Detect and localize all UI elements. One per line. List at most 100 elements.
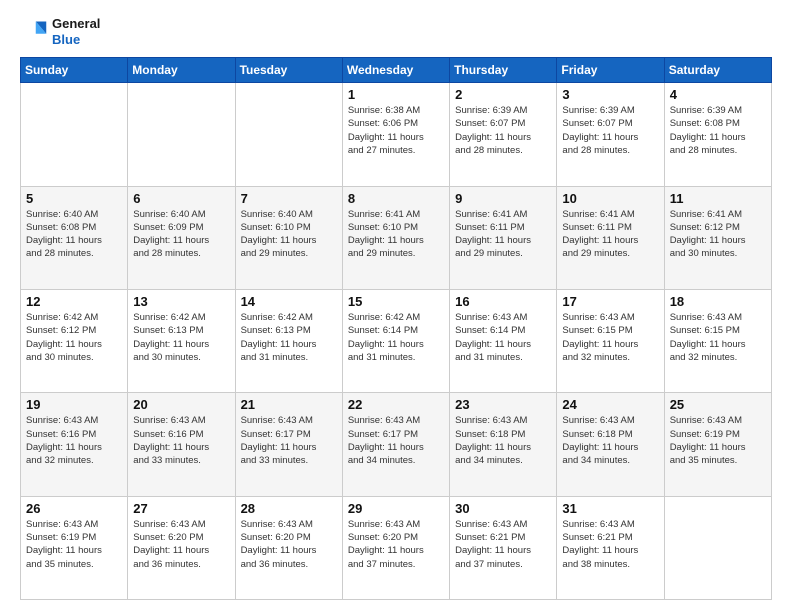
day-number: 4 xyxy=(670,87,766,102)
week-row-5: 26 Sunrise: 6:43 AM Sunset: 6:19 PM Dayli… xyxy=(21,496,772,599)
day-number: 28 xyxy=(241,501,337,516)
day-header-tuesday: Tuesday xyxy=(235,58,342,83)
day-number: 21 xyxy=(241,397,337,412)
day-info: Sunrise: 6:40 AM Sunset: 6:09 PM Dayligh… xyxy=(133,208,229,261)
day-number: 25 xyxy=(670,397,766,412)
day-info: Sunrise: 6:39 AM Sunset: 6:08 PM Dayligh… xyxy=(670,104,766,157)
day-info: Sunrise: 6:43 AM Sunset: 6:17 PM Dayligh… xyxy=(241,414,337,467)
day-number: 17 xyxy=(562,294,658,309)
day-info: Sunrise: 6:43 AM Sunset: 6:20 PM Dayligh… xyxy=(241,518,337,571)
day-info: Sunrise: 6:43 AM Sunset: 6:21 PM Dayligh… xyxy=(562,518,658,571)
week-row-1: 1 Sunrise: 6:38 AM Sunset: 6:06 PM Daylig… xyxy=(21,83,772,186)
day-info: Sunrise: 6:43 AM Sunset: 6:16 PM Dayligh… xyxy=(133,414,229,467)
calendar-cell: 20 Sunrise: 6:43 AM Sunset: 6:16 PM Dayli… xyxy=(128,393,235,496)
day-number: 1 xyxy=(348,87,444,102)
day-number: 19 xyxy=(26,397,122,412)
day-number: 27 xyxy=(133,501,229,516)
calendar-cell: 26 Sunrise: 6:43 AM Sunset: 6:19 PM Dayli… xyxy=(21,496,128,599)
calendar-cell: 19 Sunrise: 6:43 AM Sunset: 6:16 PM Dayli… xyxy=(21,393,128,496)
week-row-4: 19 Sunrise: 6:43 AM Sunset: 6:16 PM Dayli… xyxy=(21,393,772,496)
calendar-cell: 16 Sunrise: 6:43 AM Sunset: 6:14 PM Dayli… xyxy=(450,289,557,392)
day-info: Sunrise: 6:43 AM Sunset: 6:19 PM Dayligh… xyxy=(26,518,122,571)
day-info: Sunrise: 6:40 AM Sunset: 6:10 PM Dayligh… xyxy=(241,208,337,261)
logo: GeneralBlue xyxy=(20,16,100,47)
day-info: Sunrise: 6:40 AM Sunset: 6:08 PM Dayligh… xyxy=(26,208,122,261)
day-info: Sunrise: 6:42 AM Sunset: 6:14 PM Dayligh… xyxy=(348,311,444,364)
calendar-table: SundayMondayTuesdayWednesdayThursdayFrid… xyxy=(20,57,772,600)
day-header-sunday: Sunday xyxy=(21,58,128,83)
calendar-cell xyxy=(21,83,128,186)
calendar-cell: 7 Sunrise: 6:40 AM Sunset: 6:10 PM Daylig… xyxy=(235,186,342,289)
calendar-cell: 29 Sunrise: 6:43 AM Sunset: 6:20 PM Dayli… xyxy=(342,496,449,599)
day-info: Sunrise: 6:43 AM Sunset: 6:15 PM Dayligh… xyxy=(670,311,766,364)
day-info: Sunrise: 6:43 AM Sunset: 6:20 PM Dayligh… xyxy=(348,518,444,571)
calendar-cell: 28 Sunrise: 6:43 AM Sunset: 6:20 PM Dayli… xyxy=(235,496,342,599)
day-info: Sunrise: 6:43 AM Sunset: 6:14 PM Dayligh… xyxy=(455,311,551,364)
day-info: Sunrise: 6:39 AM Sunset: 6:07 PM Dayligh… xyxy=(562,104,658,157)
day-number: 9 xyxy=(455,191,551,206)
day-number: 14 xyxy=(241,294,337,309)
calendar-cell: 23 Sunrise: 6:43 AM Sunset: 6:18 PM Dayli… xyxy=(450,393,557,496)
day-number: 6 xyxy=(133,191,229,206)
day-info: Sunrise: 6:43 AM Sunset: 6:15 PM Dayligh… xyxy=(562,311,658,364)
calendar-cell: 4 Sunrise: 6:39 AM Sunset: 6:08 PM Daylig… xyxy=(664,83,771,186)
day-info: Sunrise: 6:43 AM Sunset: 6:18 PM Dayligh… xyxy=(562,414,658,467)
day-header-thursday: Thursday xyxy=(450,58,557,83)
calendar-cell: 11Sunrise: 6:41 AM Sunset: 6:12 PM Dayli… xyxy=(664,186,771,289)
calendar-cell: 31 Sunrise: 6:43 AM Sunset: 6:21 PM Dayli… xyxy=(557,496,664,599)
day-info: Sunrise: 6:43 AM Sunset: 6:16 PM Dayligh… xyxy=(26,414,122,467)
calendar-cell: 27 Sunrise: 6:43 AM Sunset: 6:20 PM Dayli… xyxy=(128,496,235,599)
day-number: 18 xyxy=(670,294,766,309)
logo-text: GeneralBlue xyxy=(52,16,100,47)
calendar-cell: 12 Sunrise: 6:42 AM Sunset: 6:12 PM Dayli… xyxy=(21,289,128,392)
day-info: Sunrise: 6:42 AM Sunset: 6:13 PM Dayligh… xyxy=(241,311,337,364)
calendar-cell: 21 Sunrise: 6:43 AM Sunset: 6:17 PM Dayli… xyxy=(235,393,342,496)
day-info: Sunrise: 6:38 AM Sunset: 6:06 PM Dayligh… xyxy=(348,104,444,157)
day-number: 7 xyxy=(241,191,337,206)
calendar-cell: 5 Sunrise: 6:40 AM Sunset: 6:08 PM Daylig… xyxy=(21,186,128,289)
day-info: Sunrise: 6:43 AM Sunset: 6:19 PM Dayligh… xyxy=(670,414,766,467)
day-info: Sunrise: 6:43 AM Sunset: 6:21 PM Dayligh… xyxy=(455,518,551,571)
calendar-cell: 18 Sunrise: 6:43 AM Sunset: 6:15 PM Dayli… xyxy=(664,289,771,392)
day-number: 20 xyxy=(133,397,229,412)
day-number: 12 xyxy=(26,294,122,309)
day-info: Sunrise: 6:42 AM Sunset: 6:12 PM Dayligh… xyxy=(26,311,122,364)
day-number: 15 xyxy=(348,294,444,309)
day-info: Sunrise: 6:41 AM Sunset: 6:11 PM Dayligh… xyxy=(562,208,658,261)
day-number: 2 xyxy=(455,87,551,102)
day-header-saturday: Saturday xyxy=(664,58,771,83)
day-info: Sunrise: 6:41 AM Sunset: 6:11 PM Dayligh… xyxy=(455,208,551,261)
calendar-cell: 25 Sunrise: 6:43 AM Sunset: 6:19 PM Dayli… xyxy=(664,393,771,496)
calendar-cell: 9 Sunrise: 6:41 AM Sunset: 6:11 PM Daylig… xyxy=(450,186,557,289)
day-number: 22 xyxy=(348,397,444,412)
day-number: 3 xyxy=(562,87,658,102)
calendar-cell: 8Sunrise: 6:41 AM Sunset: 6:10 PM Daylig… xyxy=(342,186,449,289)
week-row-3: 12 Sunrise: 6:42 AM Sunset: 6:12 PM Dayli… xyxy=(21,289,772,392)
day-info: Sunrise: 6:41 AM Sunset: 6:10 PM Dayligh… xyxy=(348,208,444,261)
day-number: 10 xyxy=(562,191,658,206)
calendar-cell: 2Sunrise: 6:39 AM Sunset: 6:07 PM Daylig… xyxy=(450,83,557,186)
calendar-cell: 24Sunrise: 6:43 AM Sunset: 6:18 PM Dayli… xyxy=(557,393,664,496)
day-info: Sunrise: 6:43 AM Sunset: 6:17 PM Dayligh… xyxy=(348,414,444,467)
day-number: 13 xyxy=(133,294,229,309)
calendar-cell xyxy=(235,83,342,186)
day-info: Sunrise: 6:43 AM Sunset: 6:18 PM Dayligh… xyxy=(455,414,551,467)
day-number: 26 xyxy=(26,501,122,516)
calendar-cell: 17 Sunrise: 6:43 AM Sunset: 6:15 PM Dayli… xyxy=(557,289,664,392)
day-info: Sunrise: 6:41 AM Sunset: 6:12 PM Dayligh… xyxy=(670,208,766,261)
day-number: 29 xyxy=(348,501,444,516)
day-header-monday: Monday xyxy=(128,58,235,83)
day-info: Sunrise: 6:43 AM Sunset: 6:20 PM Dayligh… xyxy=(133,518,229,571)
day-number: 23 xyxy=(455,397,551,412)
logo-icon xyxy=(20,18,48,46)
day-number: 16 xyxy=(455,294,551,309)
day-number: 30 xyxy=(455,501,551,516)
day-number: 31 xyxy=(562,501,658,516)
calendar-cell xyxy=(128,83,235,186)
day-info: Sunrise: 6:42 AM Sunset: 6:13 PM Dayligh… xyxy=(133,311,229,364)
day-number: 5 xyxy=(26,191,122,206)
day-header-wednesday: Wednesday xyxy=(342,58,449,83)
calendar-cell: 13 Sunrise: 6:42 AM Sunset: 6:13 PM Dayli… xyxy=(128,289,235,392)
calendar-cell xyxy=(664,496,771,599)
page: GeneralBlue SundayMondayTuesdayWednesday… xyxy=(0,0,792,612)
